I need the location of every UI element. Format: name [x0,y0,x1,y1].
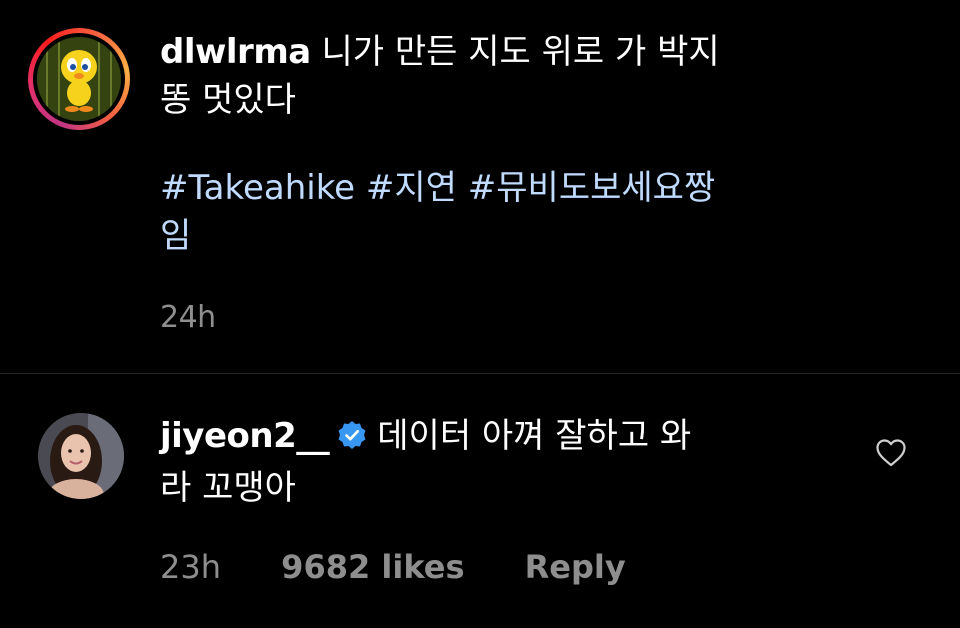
story-ring[interactable] [28,28,130,130]
comment-text-line1: 데이터 아껴 잘하고 와 [377,416,692,456]
post-timestamp: 24h [160,300,216,335]
post-caption-block: dlwlrma 니가 만든 지도 위로 가 박지 똥 멋있다 #Takeahik… [0,0,960,372]
comment-likes-count[interactable]: 9682 likes [281,548,464,586]
reply-button[interactable]: Reply [525,548,626,586]
profile-photo-icon [38,413,124,499]
commenter-avatar[interactable] [38,413,124,499]
hashtag-tail[interactable]: 임 [160,216,191,256]
hashtag-list: #Takeahike #지연 #뮤비도보세요짱 임 [160,164,860,260]
comment-text-line2: 라 꼬맹아 [160,468,296,508]
divider [0,373,960,374]
post-author-avatar[interactable] [37,37,121,121]
heart-icon[interactable] [876,439,906,467]
comment-meta: 23h 9682 likes Reply [160,548,626,586]
caption-text-line2: 똥 멋있다 [160,80,296,120]
verified-badge-icon [338,420,366,449]
hashtag-takeahike[interactable]: #Takeahike [160,168,355,208]
caption-text-line1: 니가 만든 지도 위로 가 박지 [310,32,720,72]
post-author-username[interactable]: dlwlrma [160,32,311,72]
comment-body: jiyeon2__ 데이터 아껴 잘하고 와 라 꼬맹아 [160,410,840,514]
comment-timestamp: 23h [160,548,221,586]
commenter-username[interactable]: jiyeon2__ [160,416,330,456]
tweety-avatar-icon [37,37,121,121]
hashtag-jiyeon[interactable]: #지연 [366,168,457,208]
hashtag-watch-mv[interactable]: #뮤비도보세요짱 [468,168,715,208]
post-caption: dlwlrma 니가 만든 지도 위로 가 박지 똥 멋있다 [160,28,860,124]
